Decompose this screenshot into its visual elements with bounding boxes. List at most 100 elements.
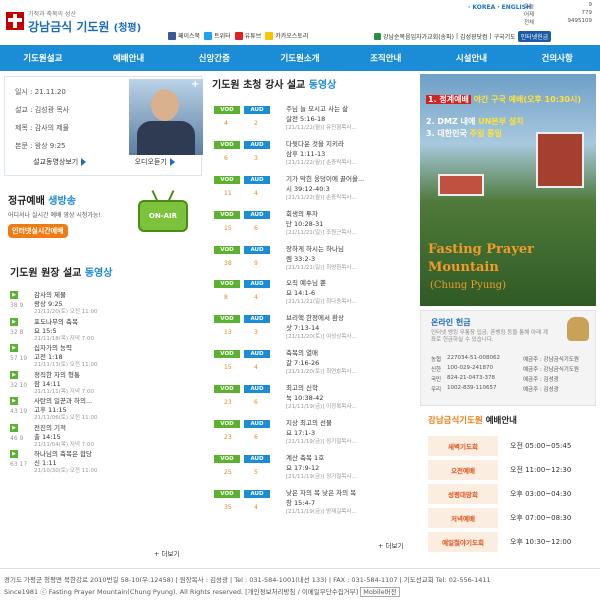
aud-button[interactable]: AUD: [244, 280, 270, 289]
vod-button[interactable]: VOD: [214, 454, 240, 463]
lecture-title-a: 기도원 초청 강사 설교: [212, 80, 306, 91]
national-prayer-link[interactable]: 구국기도: [494, 32, 516, 41]
aud-button[interactable]: AUD: [244, 175, 270, 184]
aud-button[interactable]: AUD: [244, 106, 270, 114]
nav-testimony[interactable]: 신앙간증: [171, 45, 257, 71]
sermon-row[interactable]: ▶ 43 19 사탄의 일꾼과 하의... 고후 11:15 21/11/06(토) 오…: [4, 395, 202, 422]
vod-button[interactable]: VOD: [214, 140, 240, 149]
lecture-row-title[interactable]: 축복의 열매: [286, 347, 414, 357]
nav-worship[interactable]: 예배안내: [86, 45, 172, 71]
offering-desc: 인터넷 뱅킹 무통장 입금, 폰뱅킹 등을 통해 아래 계좌로 헌금하실 수 있…: [431, 330, 548, 343]
kakaostory-link[interactable]: 카카오스토리: [265, 31, 308, 40]
sermon-date: 일시 : 21.11.20: [15, 88, 66, 96]
live-worship-button[interactable]: 인터넷실시간예배: [8, 224, 68, 238]
vod-button[interactable]: VOD: [214, 315, 240, 324]
aud-button[interactable]: AUD: [244, 454, 270, 463]
vod-button[interactable]: VOD: [214, 210, 240, 219]
banner-line-3b: 주일 통일: [469, 129, 502, 138]
header: 기적과 축복의 성산 강남금식 기도원 (청평) · KOREA · ENGLI…: [0, 0, 600, 44]
sermon-row[interactable]: ▶ 57 19 십자가의 능력 고전 1:18 21/11/13(토) 오전 11:00: [4, 342, 202, 369]
lecture-row-title[interactable]: 지상 최고의 선물: [286, 417, 414, 427]
sermon-row[interactable]: ▶ 32 10 정직한 자의 형통 잠 14:11 21/11/11(목) 저녁 7:0…: [4, 369, 202, 396]
vod-button[interactable]: VOD: [214, 350, 240, 359]
nav-facilities[interactable]: 시설안내: [429, 45, 515, 71]
counter-label: 오늘: [524, 4, 535, 10]
vod-button[interactable]: VOD: [214, 245, 240, 254]
vod-button[interactable]: VOD: [214, 280, 240, 289]
lecture-row-title[interactable]: 최고의 신학: [286, 382, 414, 392]
lecture-row-title[interactable]: 브리핵 한정에서 환상: [286, 312, 414, 322]
video-icon: ▶: [10, 317, 18, 326]
lecture-row-title[interactable]: 다윗다운 것을 지키라: [286, 138, 414, 148]
aud-button[interactable]: AUD: [244, 245, 270, 254]
sermon-row[interactable]: ▶ 63 17 하나님의 축복은 합당 신 1:11 21/10/30(토) 오전 11…: [4, 448, 202, 475]
sermon-row[interactable]: ▶ 38 9 감사의 제물 왕상 9:25 21/11/20(토) 오전 11:00: [4, 289, 202, 316]
lecture-row: VOD AUD 35 4 낮은 자의 복 낮은 자의 복창 15:4-7 [21/11/1…: [210, 487, 414, 522]
account-number: 100-029-241870: [447, 365, 493, 371]
aud-button[interactable]: AUD: [244, 420, 270, 429]
plus-icon[interactable]: +: [191, 79, 199, 90]
aud-button[interactable]: AUD: [244, 350, 270, 359]
lecture-row-date: [21/11/20(토)] 여성상목사...: [286, 334, 357, 341]
lecture-row-title[interactable]: 회생의 투자: [286, 208, 414, 218]
aud-button[interactable]: AUD: [244, 210, 270, 219]
mobile-version-link[interactable]: Mobile버전: [360, 587, 400, 597]
account-number: 824-21-0473-378: [447, 375, 495, 381]
nav-about[interactable]: 기도원소개: [257, 45, 343, 71]
lecture-row-title[interactable]: 주님 늘 모시고 사는 삶: [286, 103, 414, 113]
site-logo[interactable]: 기적과 축복의 성산 강남금식 기도원 (청평): [4, 8, 194, 36]
play-icon: [81, 158, 87, 166]
listen-audio-button[interactable]: 오디오듣기: [135, 157, 175, 167]
banner-fasting: Fasting Prayer: [428, 242, 534, 257]
lecture-row-title[interactable]: 계산 축복 1호: [286, 452, 414, 462]
nav-organization[interactable]: 조직안내: [343, 45, 429, 71]
nav-suggestions[interactable]: 건의사항: [514, 45, 600, 71]
promo-banner[interactable]: 1. 정계예배 야간 구국 예배(오후 10:30시) 2. DMZ 내에 UN…: [420, 74, 596, 306]
tv-icon[interactable]: ON-AIR: [136, 190, 190, 234]
language-links[interactable]: · KOREA · ENGLISH: [468, 4, 531, 11]
sns-label: 페이스북: [178, 33, 201, 40]
banner-line-2b: UN본부 설치: [478, 117, 524, 126]
lecture-row: VOD AUD 15 4 축복의 열매 갈 7:16-26 [21/11/20(토)] 최연…: [210, 347, 414, 382]
vod-button[interactable]: VOD: [214, 175, 240, 184]
vod-button[interactable]: VOD: [214, 385, 240, 394]
sermon-row[interactable]: ▶ 32 8 포도나무의 축복 요 15:5 21/11/18(목) 저녁 7:00: [4, 316, 202, 343]
lecture-row-title[interactable]: 장하게 하시는 하나님: [286, 243, 414, 253]
lecture-row: VOD AUD 23 6 최고의 신학 눅 10:38-42 [21/11/19(금)] 이…: [210, 382, 414, 417]
aud-button[interactable]: AUD: [244, 140, 270, 149]
sermon-count: 57 19: [10, 355, 28, 362]
vod-count: 15: [224, 364, 232, 372]
vod-count: 15: [224, 224, 232, 232]
vod-button[interactable]: VOD: [214, 420, 240, 429]
aud-button[interactable]: AUD: [244, 489, 270, 498]
facebook-link[interactable]: 페이스북: [168, 31, 200, 40]
aud-button[interactable]: AUD: [244, 385, 270, 394]
lecture-row-title[interactable]: 오직 예수님 뿐: [286, 277, 414, 287]
sermon-row[interactable]: ▶ 46 9 전진의 기적 출 14:15 21/11/04(목) 저녁 7:00: [4, 422, 202, 449]
sns-label: 카카오스토리: [275, 33, 309, 40]
lecture-more-link[interactable]: + 더보기: [378, 540, 403, 550]
aud-button[interactable]: AUD: [244, 315, 270, 324]
sermon-row-date: 21/11/13(토) 오전 11:00: [34, 362, 98, 368]
vod-button[interactable]: VOD: [214, 106, 240, 114]
banner-chungpyung: (Chung Pyung): [430, 280, 507, 291]
vod-button[interactable]: VOD: [214, 489, 240, 498]
aud-count: 5: [254, 468, 258, 476]
lecture-row-date: [21/11/20(토)] 최연호목사...: [286, 369, 357, 376]
online-offering-button[interactable]: 인터넷헌금: [517, 31, 552, 42]
sermons-more-link[interactable]: + 더보기: [154, 548, 179, 558]
youtube-link[interactable]: 유튜브: [234, 31, 261, 40]
church-link[interactable]: 강남순복음입자가교회(송파): [383, 32, 454, 41]
sermon-row-passage: 신 1:11: [34, 459, 57, 467]
privacy-link[interactable]: [개인정보처리방침 / 이메일무단수집거부]: [245, 588, 358, 596]
worship-time: 오전 11:00~12:30: [510, 466, 572, 474]
lecture-row-title[interactable]: 기가 막힌 웅덩이에 끌어올...: [286, 173, 414, 183]
account-holder: 예금주 : 김성광: [523, 387, 559, 393]
nav-sermons[interactable]: 기도원설교: [0, 45, 86, 71]
kimsungkwang-link[interactable]: 김성광닷컴: [460, 32, 488, 41]
twitter-link[interactable]: 트위터: [204, 31, 231, 40]
lecture-row-title[interactable]: 낮은 자의 복 낮은 자의 복: [286, 487, 414, 497]
sermon-row-passage: 요 15:5: [34, 326, 57, 335]
worship-label: 오전예배: [428, 460, 498, 480]
watch-video-button[interactable]: 설교동영상보기: [33, 157, 87, 167]
